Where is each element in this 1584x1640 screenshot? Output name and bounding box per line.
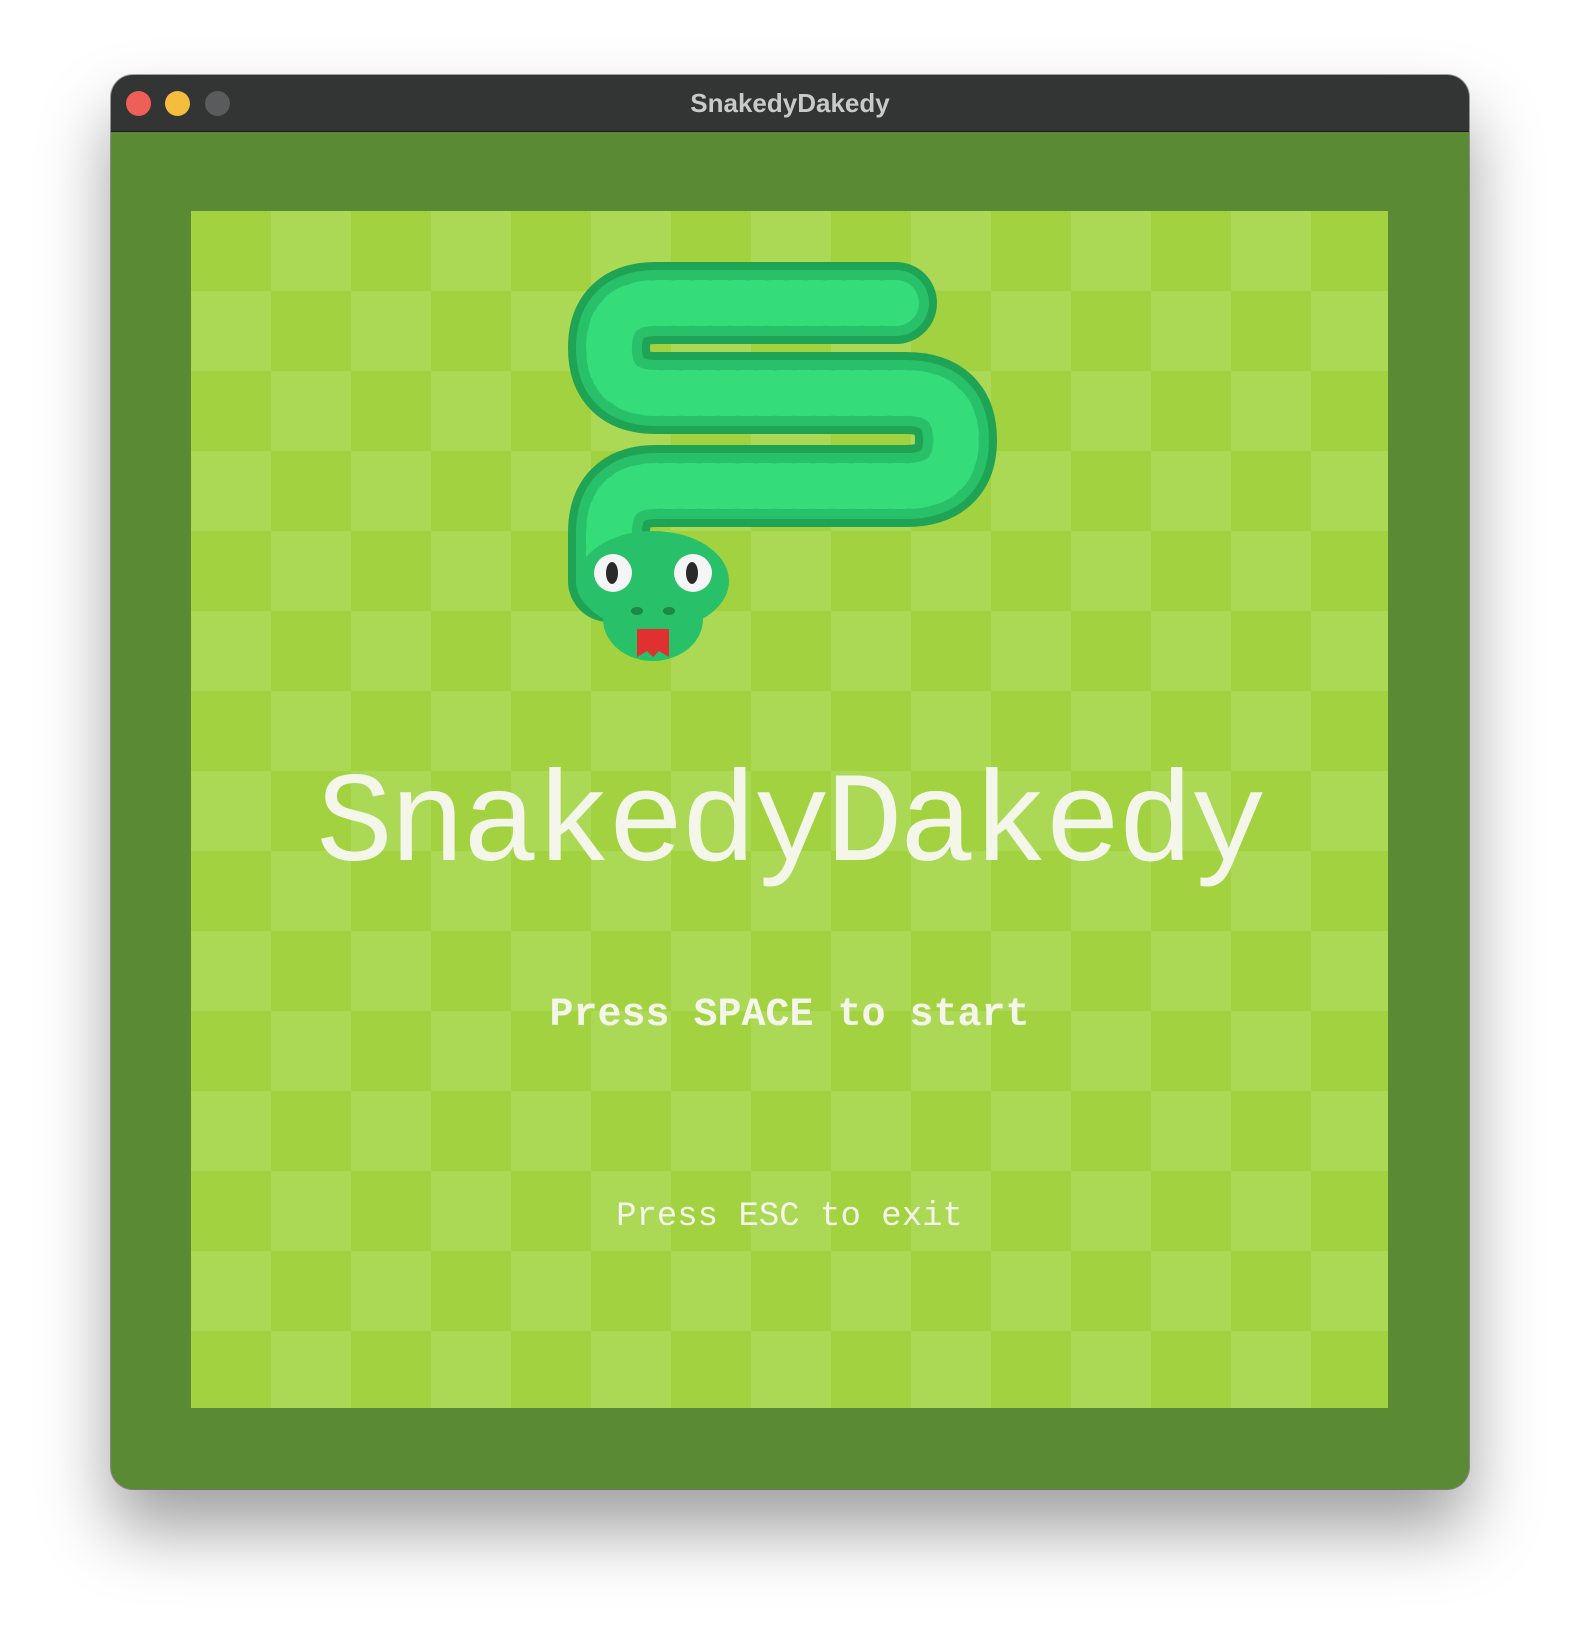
game-window: SnakedyDakedy SnakedyDakedy Press SPACE … bbox=[111, 75, 1469, 1489]
game-board: SnakedyDakedy Press SPACE to start Press… bbox=[191, 211, 1388, 1408]
start-prompt: Press SPACE to start bbox=[549, 993, 1030, 1038]
snake-head bbox=[577, 531, 729, 661]
exit-prompt: Press ESC to exit bbox=[616, 1198, 963, 1236]
window-title: SnakedyDakedy bbox=[690, 88, 890, 118]
title-bar: SnakedyDakedy bbox=[111, 75, 1469, 132]
game-title: SnakedyDakedy bbox=[316, 754, 1267, 899]
